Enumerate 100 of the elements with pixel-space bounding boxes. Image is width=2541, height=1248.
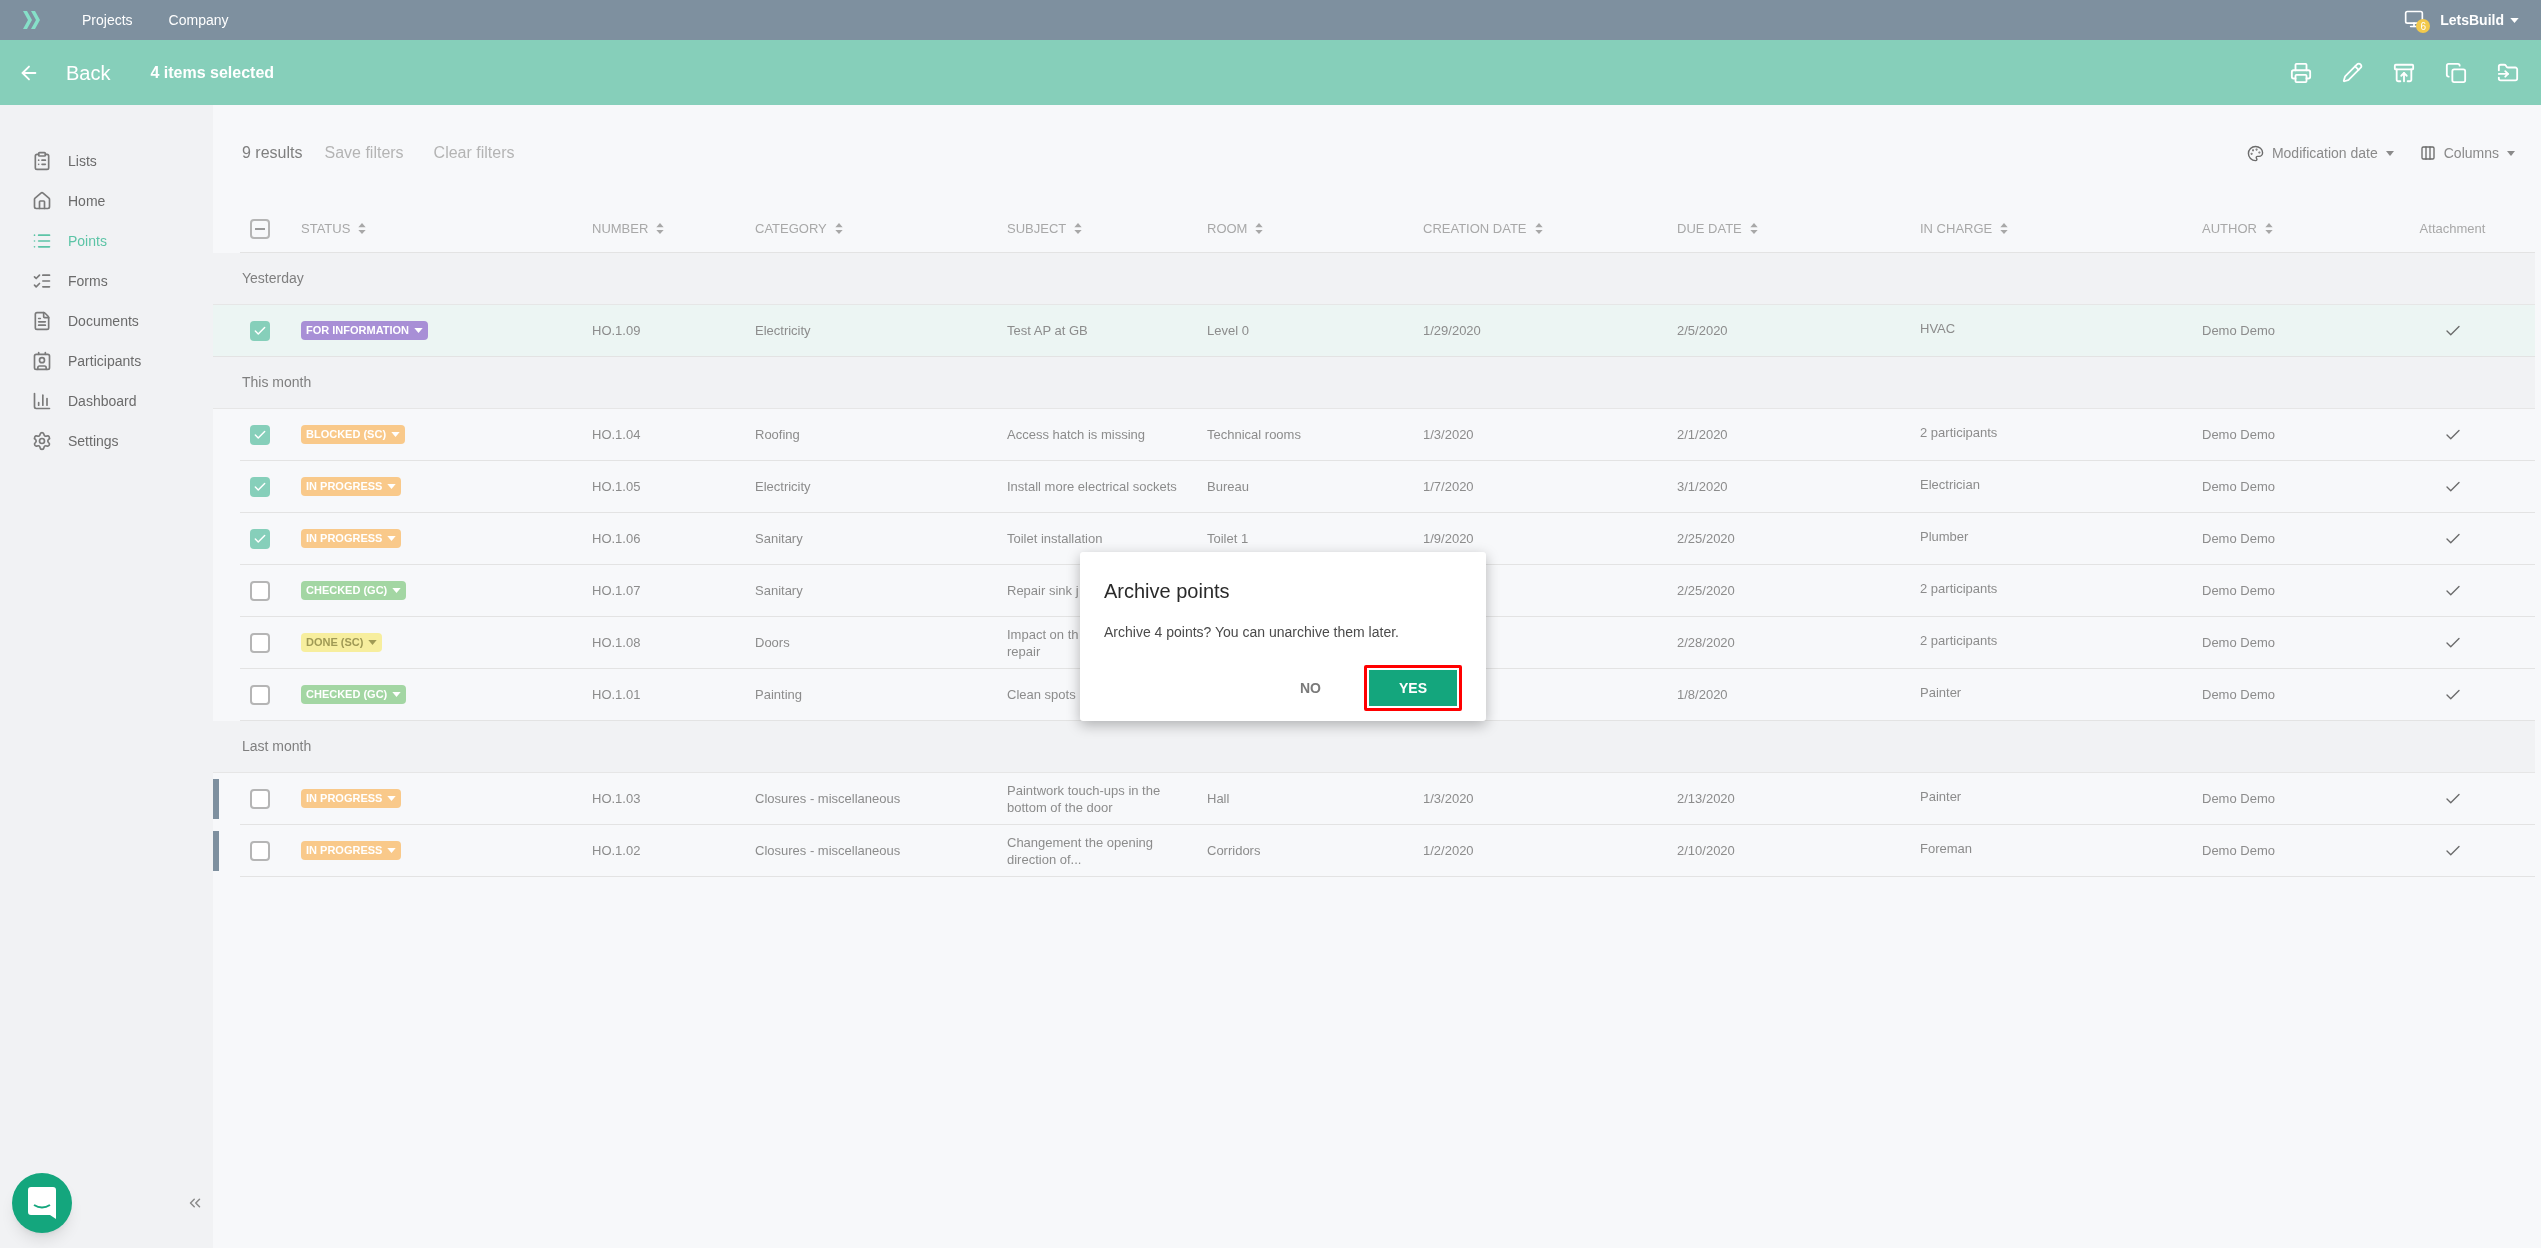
column-header[interactable]: Attachment <box>2419 218 2486 239</box>
confirm-button[interactable]: YES <box>1364 665 1462 711</box>
number-cell-text: HO.1.09 <box>592 321 642 340</box>
sort-icon[interactable] <box>834 223 843 234</box>
column-header[interactable]: CATEGORY <box>755 218 827 239</box>
logo-icon[interactable] <box>22 11 42 29</box>
nav-link[interactable]: Company <box>168 9 229 31</box>
status-dropdown[interactable]: CHECKED (GC) <box>301 685 407 704</box>
dialog-message: Archive 4 points? You can unarchive them later. <box>1104 623 1400 642</box>
monitor-icon[interactable] <box>2404 9 2425 29</box>
column-header[interactable]: NUMBER <box>592 218 649 239</box>
chat-button[interactable] <box>12 1173 72 1233</box>
sidebar-item[interactable]: Points <box>0 221 213 261</box>
user-menu[interactable]: LetsBuild <box>2440 9 2519 31</box>
sidebar-item[interactable]: Home <box>0 181 213 221</box>
group-label: Last month <box>242 737 312 756</box>
author-cell-text: Demo Demo <box>2202 685 2276 704</box>
bar-chart-icon <box>32 391 52 411</box>
status-dropdown[interactable]: BLOCKED (SC) <box>301 425 406 444</box>
checkbox[interactable] <box>250 476 270 497</box>
checkbox[interactable] <box>250 788 270 809</box>
status-dropdown[interactable]: DONE (SC) <box>301 633 383 652</box>
sidebar-item[interactable]: Forms <box>0 261 213 301</box>
due-date-cell-text: 2/5/2020 <box>1677 321 1729 340</box>
checkbox[interactable] <box>250 528 270 549</box>
save-filters-button[interactable]: Save filters <box>324 141 404 165</box>
move-folder-icon[interactable] <box>2497 61 2519 84</box>
number-cell-text: HO.1.05 <box>592 477 642 496</box>
print-icon[interactable] <box>2290 61 2312 84</box>
home-icon <box>32 191 52 211</box>
column-header[interactable]: IN CHARGE <box>1920 218 1993 239</box>
sidebar-item[interactable]: Documents <box>0 301 213 341</box>
column-header[interactable]: CREATION DATE <box>1423 218 1527 239</box>
subject-cell: Install more electrical sockets <box>1007 478 1177 495</box>
select-all-checkbox[interactable] <box>250 218 270 239</box>
category-cell-text: Closures - miscellaneous <box>755 841 902 860</box>
checkbox[interactable] <box>250 580 270 601</box>
checkbox[interactable] <box>250 320 270 341</box>
author-cell-text: Demo Demo <box>2202 581 2276 600</box>
cancel-button[interactable]: NO <box>1287 665 1334 711</box>
checkbox[interactable] <box>250 632 270 653</box>
status-dropdown[interactable]: FOR INFORMATION <box>301 321 429 340</box>
creation-date-cell-text: 1/9/2020 <box>1423 529 1475 548</box>
in-charge-cell-text: HVAC <box>1920 319 1957 338</box>
contact-card-icon <box>32 351 52 371</box>
sidebar-item[interactable]: Lists <box>0 141 213 181</box>
sidebar-item[interactable]: Participants <box>0 341 213 381</box>
group-label: Yesterday <box>242 269 304 288</box>
sort-icon[interactable] <box>2000 223 2009 234</box>
nav-link[interactable]: Projects <box>82 9 133 31</box>
in-charge-cell-text: Foreman <box>1920 839 1974 858</box>
columns-dropdown[interactable]: Columns <box>2419 142 2515 164</box>
column-header[interactable]: ROOM <box>1207 218 1248 239</box>
sort-icon[interactable] <box>1255 223 1264 234</box>
sort-dropdown[interactable]: Modification date <box>2246 142 2394 164</box>
column-header[interactable]: STATUS <box>301 218 351 239</box>
number-cell-text: HO.1.04 <box>592 425 642 444</box>
column-header[interactable]: DUE DATE <box>1677 218 1742 239</box>
author-cell-text: Demo Demo <box>2202 529 2276 548</box>
column-header[interactable]: AUTHOR <box>2202 218 2257 239</box>
due-date-cell-text: 2/1/2020 <box>1677 425 1729 444</box>
copy-icon[interactable] <box>2445 61 2467 84</box>
sort-icon[interactable] <box>656 223 665 234</box>
subject-cell: Impact on th repair <box>1007 625 1079 660</box>
author-cell-text: Demo Demo <box>2202 841 2276 860</box>
pencil-icon[interactable] <box>2342 62 2363 83</box>
status-dropdown[interactable]: IN PROGRESS <box>301 789 402 808</box>
checkbox[interactable] <box>250 684 270 705</box>
clipboard-icon <box>32 151 52 171</box>
number-cell-text: HO.1.01 <box>592 685 642 704</box>
table-row[interactable]: FOR INFORMATION HO.1.09 Electricity Test AP at GB Level 0 1/29/2020 2/5/2020 HVAC Demo Demo <box>213 305 2535 357</box>
author-cell-text: Demo Demo <box>2202 477 2276 496</box>
column-header[interactable]: SUBJECT <box>1007 218 1067 239</box>
caret-icon <box>387 484 397 489</box>
columns-icon <box>2419 145 2436 161</box>
sort-icon[interactable] <box>1749 223 1758 234</box>
checkbox[interactable] <box>250 424 270 445</box>
sidebar-item[interactable]: Settings <box>0 421 213 461</box>
category-cell-text: Doors <box>755 633 791 652</box>
status-dropdown[interactable]: IN PROGRESS <box>301 841 402 860</box>
archive-icon[interactable] <box>2393 61 2415 84</box>
back-button[interactable]: Back <box>66 57 111 88</box>
sort-icon[interactable] <box>1074 223 1083 234</box>
sort-icon[interactable] <box>2264 223 2273 234</box>
caret-icon <box>391 432 401 437</box>
status-dropdown[interactable]: CHECKED (GC) <box>301 581 407 600</box>
sidebar-item[interactable]: Dashboard <box>0 381 213 421</box>
status-dropdown[interactable]: IN PROGRESS <box>301 477 402 496</box>
category-cell-text: Painting <box>755 685 803 704</box>
checkbox[interactable] <box>250 840 270 861</box>
sort-icon[interactable] <box>358 223 367 234</box>
in-charge-cell-text: Painter <box>1920 787 1963 806</box>
clear-filters-button[interactable]: Clear filters <box>433 141 515 165</box>
category-cell-text: Sanitary <box>755 581 804 600</box>
chat-icon <box>28 1187 56 1219</box>
group-label: This month <box>242 373 312 392</box>
sort-icon[interactable] <box>1534 223 1543 234</box>
status-dropdown[interactable]: IN PROGRESS <box>301 529 402 548</box>
room-cell-text: Technical rooms <box>1207 425 1302 444</box>
in-charge-cell-text: Plumber <box>1920 527 1970 546</box>
